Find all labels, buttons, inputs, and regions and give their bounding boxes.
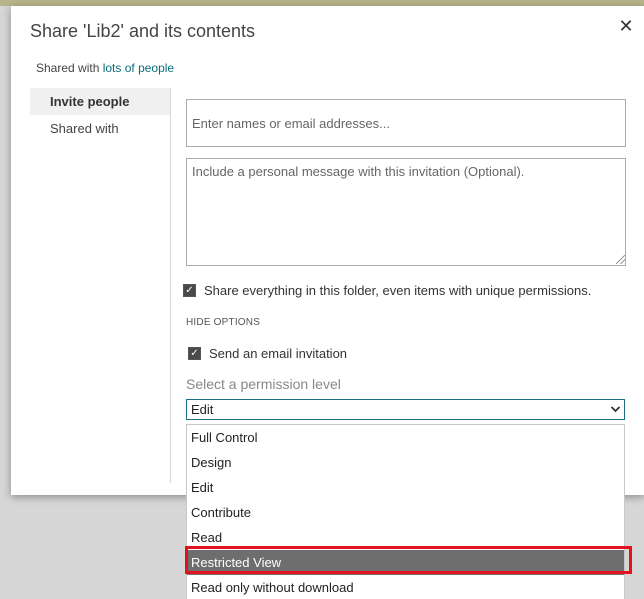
shared-with-prefix: Shared with (36, 61, 100, 75)
option-edit[interactable]: Edit (187, 475, 624, 500)
chevron-down-icon (610, 400, 621, 426)
send-email-checkbox[interactable]: ✓ (188, 347, 201, 360)
shared-with-link[interactable]: lots of people (103, 61, 174, 75)
option-read[interactable]: Read (187, 525, 624, 550)
shared-with-summary: Shared with lots of people (36, 61, 174, 75)
permission-select[interactable]: Edit (186, 399, 625, 420)
permission-dropdown-list: Full Control Design Edit Contribute Read… (186, 424, 625, 599)
hide-options-link[interactable]: HIDE OPTIONS (186, 317, 260, 328)
option-contribute[interactable]: Contribute (187, 500, 624, 525)
permission-level-label: Select a permission level (186, 376, 341, 392)
share-all-checkbox[interactable]: ✓ (183, 284, 196, 297)
option-restricted-view[interactable]: Restricted View (187, 550, 624, 575)
share-all-label: Share everything in this folder, even it… (204, 283, 592, 298)
resize-grip-icon[interactable] (616, 255, 625, 264)
nav-shared-with[interactable]: Shared with (30, 115, 170, 142)
permission-select-value: Edit (191, 402, 214, 417)
nav-invite-people[interactable]: Invite people (30, 88, 170, 115)
option-read-only-without-download[interactable]: Read only without download (187, 575, 624, 599)
message-textarea[interactable] (186, 158, 626, 266)
side-nav: Invite people Shared with (30, 88, 171, 483)
close-icon[interactable]: ✕ (615, 15, 637, 37)
option-full-control[interactable]: Full Control (187, 425, 624, 450)
send-email-label: Send an email invitation (209, 346, 348, 361)
share-all-row: ✓ Share everything in this folder, even … (183, 283, 591, 298)
send-email-row: ✓ Send an email invitation (188, 346, 347, 361)
dialog-title: Share 'Lib2' and its contents (30, 21, 256, 41)
share-dialog: Share 'Lib2' and its contents ✕ Shared w… (11, 6, 644, 495)
option-design[interactable]: Design (187, 450, 624, 475)
names-input[interactable] (186, 99, 626, 147)
